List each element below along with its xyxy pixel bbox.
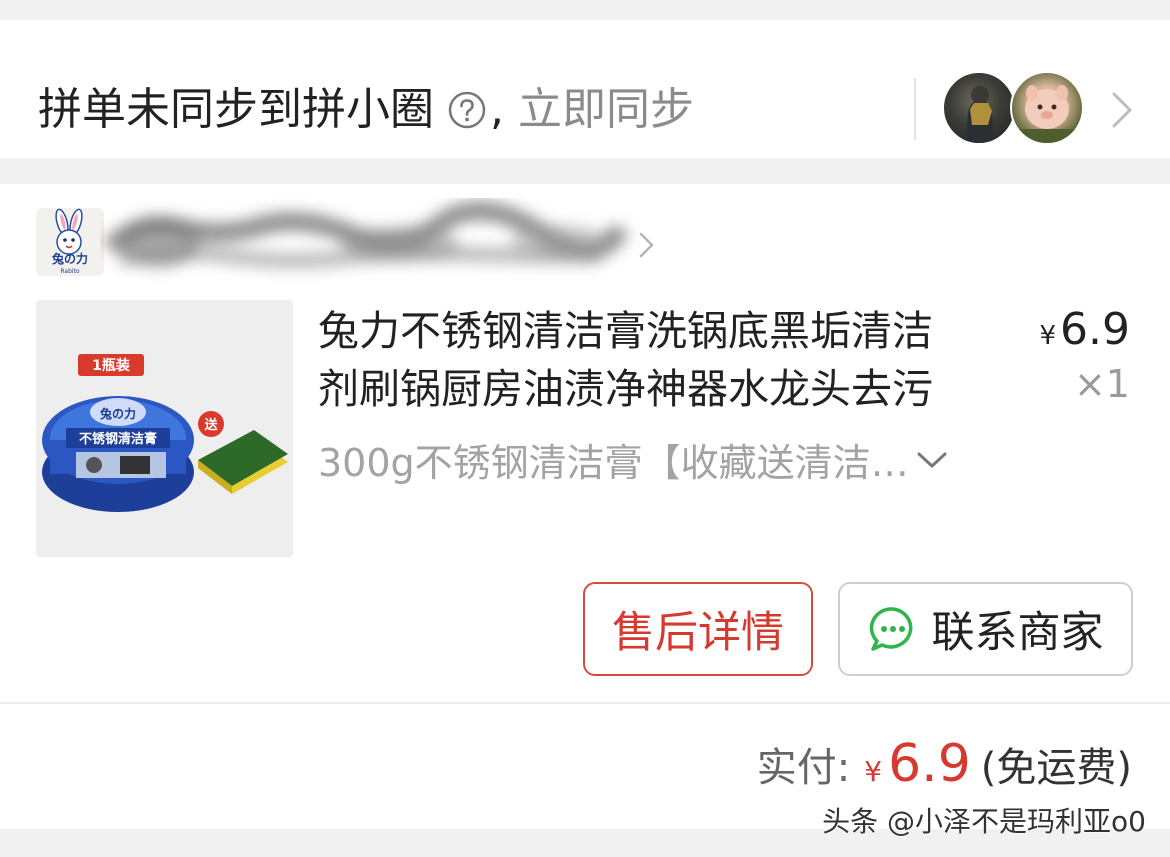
svg-text:送: 送 xyxy=(203,417,218,433)
variant-selector[interactable]: 300g不锈钢清洁膏【收藏送清洁… xyxy=(318,432,998,487)
currency-symbol: ¥ xyxy=(1039,321,1057,351)
product-image[interactable]: 1瓶装 兔の力 不锈钢清洁膏 送 xyxy=(36,300,293,557)
product-title[interactable]: 兔力不锈钢清洁膏洗锅底黑垢清洁 剂刷锅厨房油渍净神器水龙头去污 xyxy=(318,302,1008,418)
chevron-right-icon[interactable] xyxy=(636,230,656,260)
svg-text:兔の力: 兔の力 xyxy=(99,406,136,421)
svg-text:兔の力: 兔の力 xyxy=(51,251,88,266)
divider xyxy=(0,702,1170,704)
avatar[interactable] xyxy=(1010,71,1084,145)
sync-comma: , xyxy=(490,84,504,135)
shop-name-redacted[interactable] xyxy=(100,198,640,286)
avatar-image xyxy=(1012,85,1082,143)
rabbit-logo-icon: 兔の力 Rabito xyxy=(51,208,88,275)
contact-merchant-button[interactable]: 联系商家 xyxy=(838,582,1133,676)
paid-label: 实付: xyxy=(756,745,851,791)
product-title-line: 兔力不锈钢清洁膏洗锅底黑垢清洁 xyxy=(318,307,933,355)
avatar[interactable] xyxy=(942,71,1016,145)
contact-merchant-label: 联系商家 xyxy=(931,608,1104,658)
sync-prompt: 拼单未同步到拼小圈 , 立即同步 xyxy=(38,80,694,140)
chevron-right-icon[interactable] xyxy=(1106,90,1136,130)
shipping-note: (免运费) xyxy=(980,745,1132,791)
question-circle-icon[interactable] xyxy=(448,91,486,129)
chat-bubble-icon xyxy=(869,607,912,651)
order-card: 兔の力 Rabito 1瓶装 兔の力 不锈钢清洁膏 送 兔力不锈钢清洁膏洗锅底黑… xyxy=(0,184,1170,829)
group-sync-bar: 拼单未同步到拼小圈 , 立即同步 xyxy=(0,20,1170,158)
shop-logo[interactable]: 兔の力 Rabito xyxy=(36,208,104,276)
svg-text:Rabito: Rabito xyxy=(60,268,80,275)
watermark: 头条 @小泽不是玛利亚o0 xyxy=(822,805,1146,838)
paid-amount: 6.9 xyxy=(888,734,971,794)
actual-payment: 实付: ¥ 6.9 (免运费) xyxy=(757,734,1132,794)
price-value: 6.9 xyxy=(1060,304,1130,355)
sync-now-link[interactable]: 立即同步 xyxy=(518,80,694,140)
svg-text:1瓶装: 1瓶装 xyxy=(92,357,131,374)
vertical-divider xyxy=(914,78,916,140)
paid-currency-symbol: ¥ xyxy=(864,755,883,788)
unit-price: ¥6.9 xyxy=(1039,304,1130,362)
sync-message: 拼单未同步到拼小圈 xyxy=(38,84,434,135)
chevron-down-icon xyxy=(917,452,947,467)
avatar-image xyxy=(966,86,994,143)
product-title-line: 剂刷锅厨房油渍净神器水龙头去污 xyxy=(318,365,933,413)
svg-text:不锈钢清洁膏: 不锈钢清洁膏 xyxy=(79,431,157,447)
product-photo: 1瓶装 兔の力 不锈钢清洁膏 送 xyxy=(36,300,293,557)
variant-text: 300g不锈钢清洁膏【收藏送清洁… xyxy=(318,441,909,485)
after-sale-label: 售后详情 xyxy=(612,608,784,658)
after-sale-details-button[interactable]: 售后详情 xyxy=(583,582,813,676)
quantity: ×1 xyxy=(1073,362,1130,406)
